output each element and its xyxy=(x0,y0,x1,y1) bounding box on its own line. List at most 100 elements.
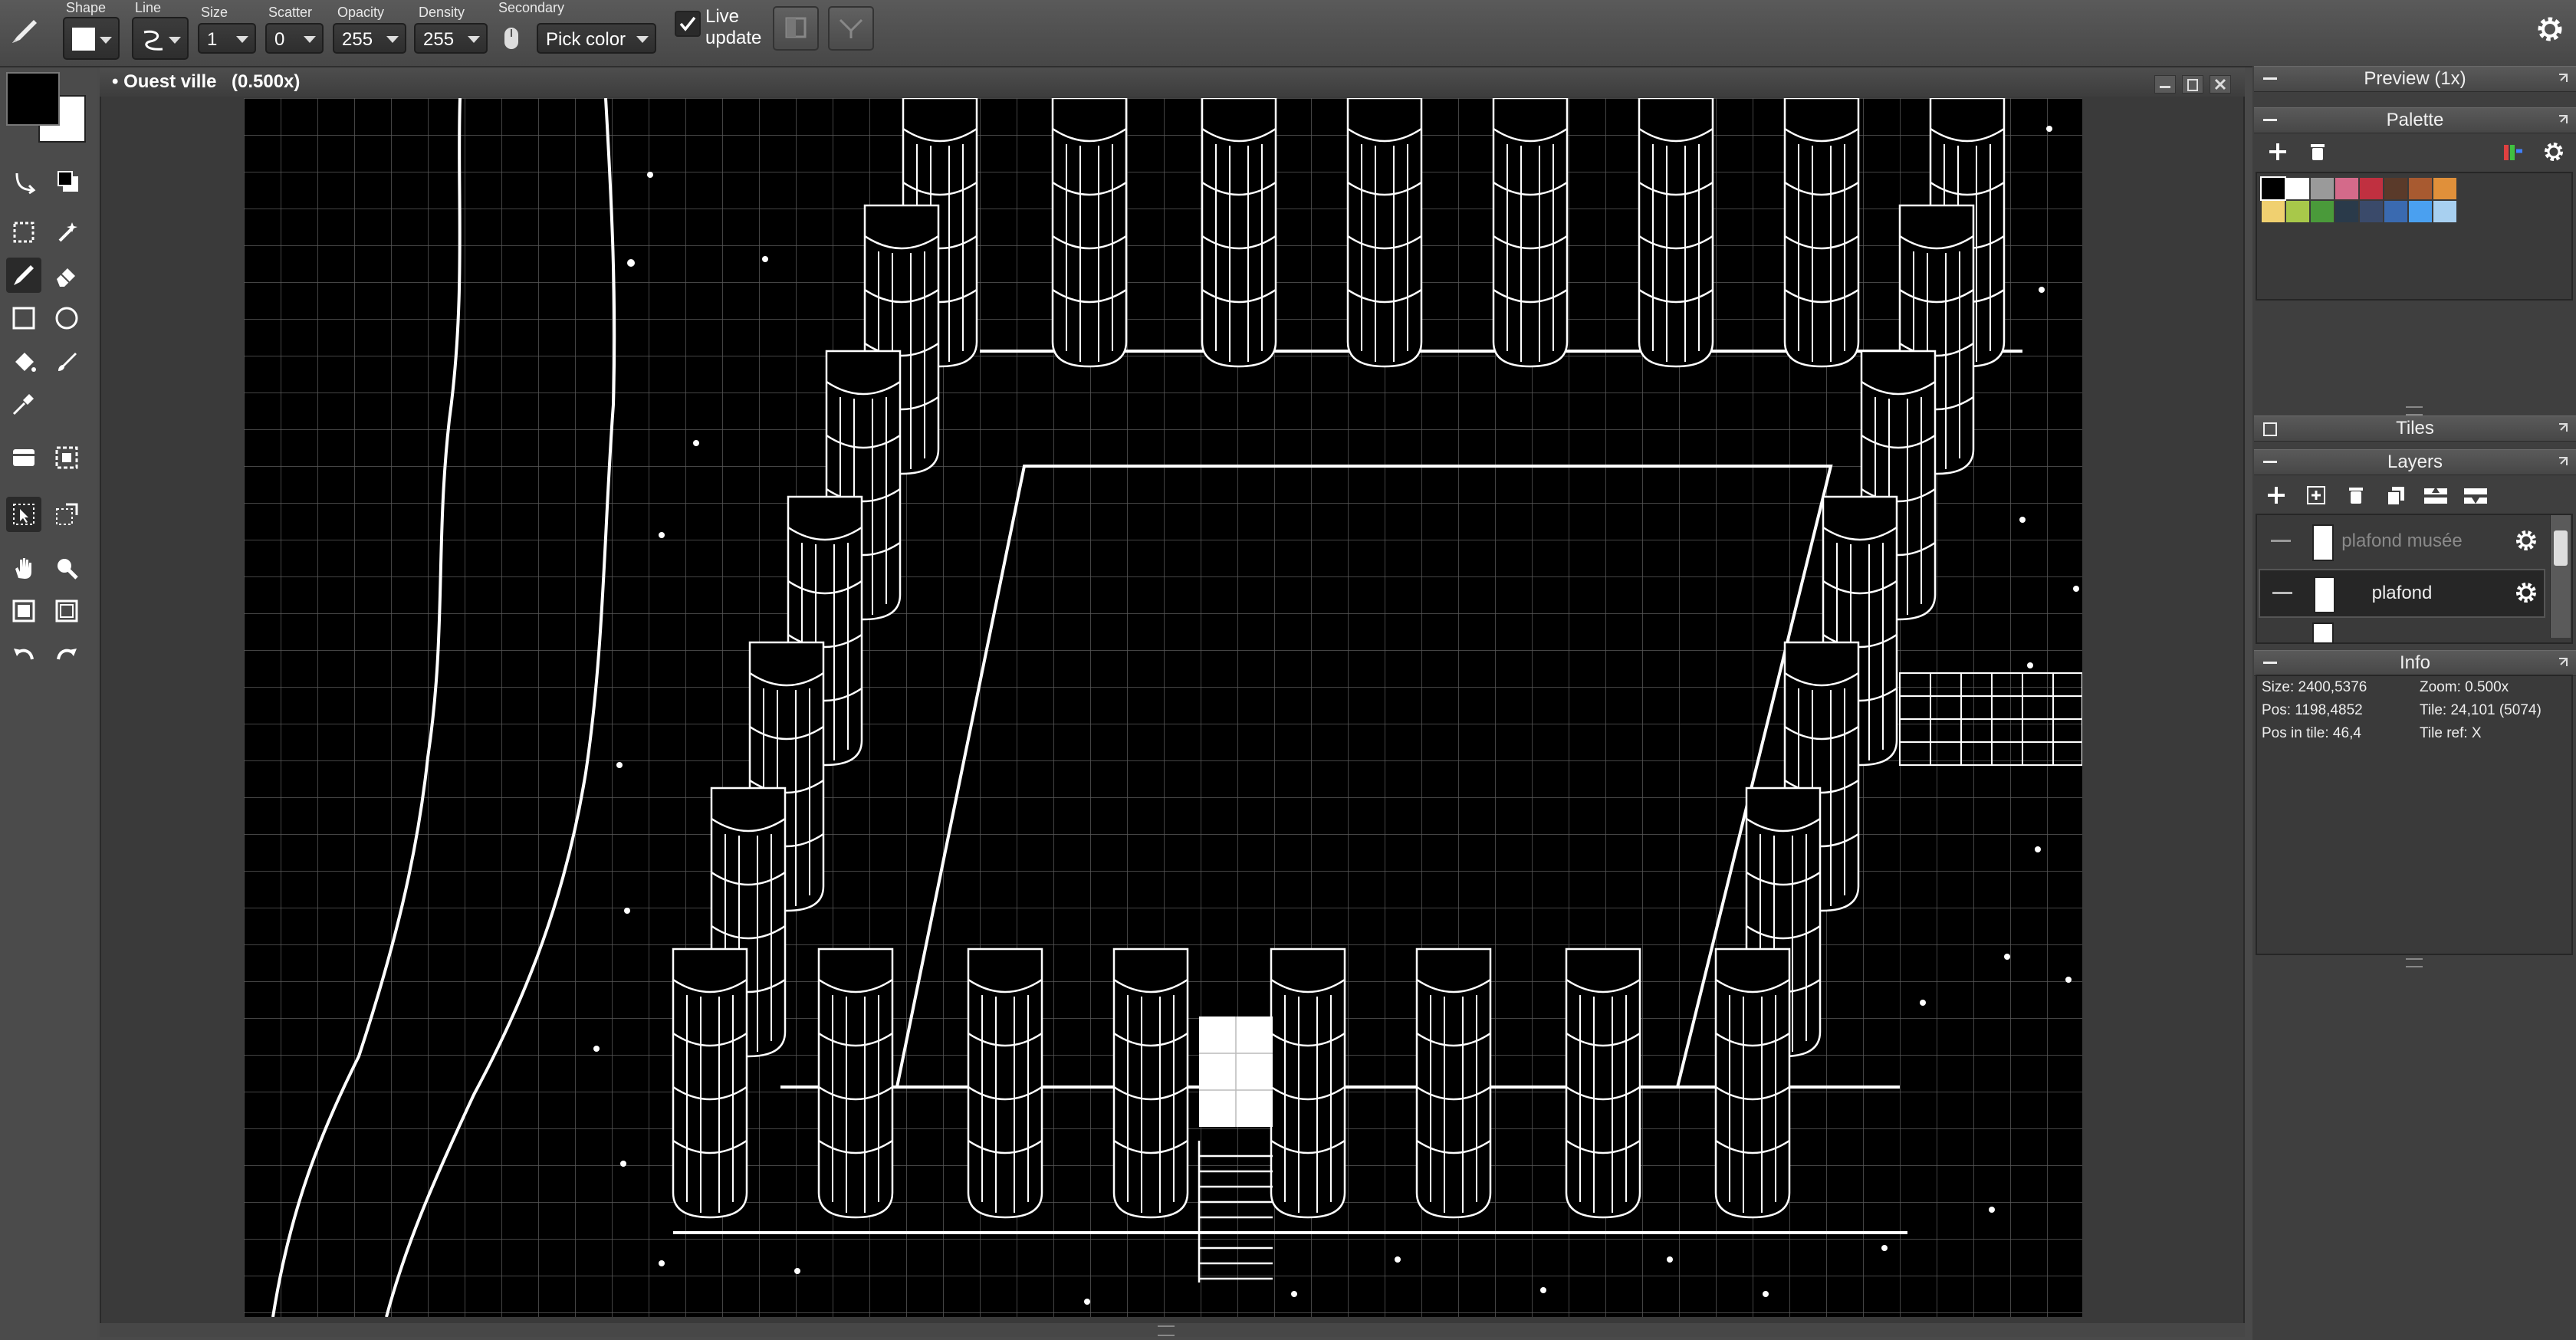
undo-icon[interactable] xyxy=(6,636,41,672)
density-value: 255 xyxy=(423,29,455,50)
add-layer-group-icon[interactable] xyxy=(2300,480,2332,511)
fill-bucket-tool-icon[interactable] xyxy=(6,343,41,379)
map-artwork xyxy=(244,97,2083,1318)
tiles-panel-header[interactable]: Tiles xyxy=(2254,415,2576,442)
line-dropdown[interactable] xyxy=(132,17,189,60)
scatter-value: 0 xyxy=(274,29,285,50)
settings-gear-icon[interactable] xyxy=(2535,14,2565,48)
redo-icon[interactable] xyxy=(49,636,84,672)
layer-name: plafond musée xyxy=(2341,530,2463,551)
brush-tool-icon[interactable] xyxy=(49,343,84,379)
scatter-dropdown[interactable]: 0 xyxy=(265,23,324,54)
size-dropdown[interactable]: 1 xyxy=(198,23,256,54)
tile-tool-icon[interactable] xyxy=(6,440,41,475)
frame-view-icon[interactable] xyxy=(49,593,84,629)
undock-icon[interactable] xyxy=(2558,456,2568,467)
eraser-tool-icon[interactable] xyxy=(49,258,84,293)
palette-settings-gear-icon[interactable] xyxy=(2538,136,2570,167)
magic-wand-tool-icon[interactable] xyxy=(49,215,84,250)
info-title: Info xyxy=(2399,652,2431,673)
layer-settings-gear-icon[interactable] xyxy=(2513,527,2539,557)
primary-color-swatch[interactable] xyxy=(6,72,60,126)
top-toolbar: Shape Line Size 1 Scatter 0 Opacity 255 … xyxy=(0,0,2576,67)
opacity-dropdown[interactable]: 255 xyxy=(333,23,406,54)
grid-view-icon[interactable] xyxy=(6,593,41,629)
layer-row-selected[interactable]: plafond xyxy=(2259,569,2545,618)
palette-swatch[interactable] xyxy=(2311,201,2334,222)
splitter-grip[interactable] xyxy=(2406,406,2423,415)
preview-panel-header[interactable]: Preview (1x) xyxy=(2254,66,2576,92)
move-selection-tool-icon[interactable] xyxy=(49,497,84,532)
select-layer-tool-icon[interactable] xyxy=(6,497,41,532)
palette-swatch[interactable] xyxy=(2433,201,2456,222)
palette-swatch[interactable] xyxy=(2311,178,2334,199)
merge-layer-down-icon[interactable] xyxy=(2459,480,2492,511)
info-pos: Pos: 1198,4852 xyxy=(2262,702,2363,718)
undock-icon[interactable] xyxy=(2558,657,2568,668)
info-tile-ref: Tile ref: X xyxy=(2420,725,2482,741)
minimize-window-icon[interactable] xyxy=(2154,75,2176,94)
live-update-checkbox[interactable] xyxy=(675,11,701,37)
rect-select-tool-icon[interactable] xyxy=(6,215,41,250)
delete-color-icon[interactable] xyxy=(2302,136,2334,167)
density-dropdown[interactable]: 255 xyxy=(414,23,488,54)
palette-swatch[interactable] xyxy=(2286,178,2309,199)
layer-row[interactable]: plafond musée xyxy=(2259,517,2545,566)
symmetry-toggle-button[interactable] xyxy=(828,6,874,51)
layer-settings-gear-icon[interactable] xyxy=(2513,580,2539,609)
palette-swatch[interactable] xyxy=(2286,201,2309,222)
secondary-label: Secondary xyxy=(498,0,565,15)
palette-swatch[interactable] xyxy=(2409,201,2432,222)
tile-stamp-tool-icon[interactable] xyxy=(49,440,84,475)
palette-swatch[interactable] xyxy=(2335,178,2358,199)
palette-swatch[interactable] xyxy=(2384,201,2407,222)
secondary-dropdown[interactable]: Pick color xyxy=(537,23,656,54)
layers-title: Layers xyxy=(2387,452,2443,472)
palette-swatch[interactable] xyxy=(2360,201,2383,222)
splitter-grip[interactable] xyxy=(2406,958,2423,967)
shape-dropdown[interactable] xyxy=(63,17,120,60)
delete-layer-icon[interactable] xyxy=(2340,480,2372,511)
scroll-grip[interactable] xyxy=(1158,1325,1175,1336)
info-zoom: Zoom: 0.500x xyxy=(2420,679,2509,695)
drawing-canvas[interactable] xyxy=(244,97,2083,1318)
add-layer-icon[interactable] xyxy=(2260,480,2292,511)
tool-column xyxy=(0,67,97,1340)
swap-colors-icon[interactable] xyxy=(8,164,43,199)
palette-swatch[interactable] xyxy=(2335,201,2358,222)
scatter-label: Scatter xyxy=(268,5,313,20)
info-panel-header[interactable]: Info xyxy=(2254,650,2576,676)
eyedropper-tool-icon[interactable] xyxy=(6,386,41,422)
palette-swatch[interactable] xyxy=(2384,178,2407,199)
merge-layer-up-icon[interactable] xyxy=(2420,480,2452,511)
palette-swatch[interactable] xyxy=(2433,178,2456,199)
default-colors-icon[interactable] xyxy=(51,164,86,199)
horizontal-scrollbar[interactable] xyxy=(100,1323,2245,1337)
zoom-tool-icon[interactable] xyxy=(49,550,84,586)
duplicate-layer-icon[interactable] xyxy=(2380,480,2412,511)
layers-scrollbar[interactable] xyxy=(2550,515,2571,638)
opacity-label: Opacity xyxy=(337,5,385,20)
palette-swatch[interactable] xyxy=(2260,176,2286,201)
add-color-icon[interactable] xyxy=(2262,136,2294,167)
pencil-tool-icon[interactable] xyxy=(6,258,41,293)
undock-icon[interactable] xyxy=(2558,114,2568,125)
undock-icon[interactable] xyxy=(2558,73,2568,84)
restore-window-icon[interactable] xyxy=(2182,75,2203,94)
shape-square-icon xyxy=(72,28,95,51)
mirror-icon xyxy=(785,17,807,38)
rectangle-tool-icon[interactable] xyxy=(6,301,41,336)
palette-colors-icon[interactable] xyxy=(2496,136,2528,167)
ellipse-tool-icon[interactable] xyxy=(49,301,84,336)
hand-pan-tool-icon[interactable] xyxy=(6,550,41,586)
palette-swatch[interactable] xyxy=(2360,178,2383,199)
info-size: Size: 2400,5376 xyxy=(2262,679,2367,695)
mirror-toggle-button[interactable] xyxy=(773,6,819,51)
palette-panel-header[interactable]: Palette xyxy=(2254,107,2576,133)
close-window-icon[interactable] xyxy=(2210,75,2231,94)
layers-panel-header[interactable]: Layers xyxy=(2254,449,2576,475)
palette-swatch[interactable] xyxy=(2409,178,2432,199)
palette-swatches xyxy=(2256,172,2573,301)
undock-icon[interactable] xyxy=(2558,422,2568,433)
palette-swatch[interactable] xyxy=(2262,201,2285,222)
